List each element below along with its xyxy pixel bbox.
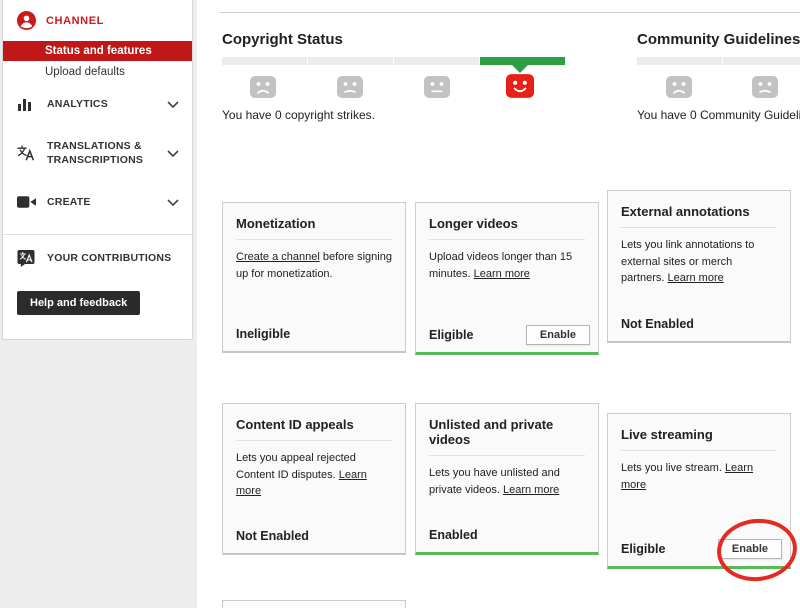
feature-card-external-annotations: External annotations Lets you link annot… bbox=[607, 190, 791, 343]
translate-icon bbox=[17, 145, 39, 161]
card-title: Monetization bbox=[223, 203, 405, 231]
feature-card-partial bbox=[222, 600, 406, 608]
sidebar-item-create[interactable]: CREATE bbox=[3, 180, 192, 224]
community-guidelines-title: Community Guidelines Status bbox=[637, 31, 800, 48]
card-divider bbox=[621, 227, 777, 228]
card-description: Create a channel before signing up for m… bbox=[223, 249, 405, 282]
strike-face-happy-icon bbox=[506, 74, 534, 98]
card-description: Lets you link annotations to external si… bbox=[608, 237, 790, 287]
strike-face-sad-icon bbox=[666, 76, 692, 98]
card-title: Longer videos bbox=[416, 203, 598, 231]
copyright-strikes-message: You have 0 copyright strikes. bbox=[222, 108, 375, 122]
sidebar-item-label: ANALYTICS bbox=[39, 97, 167, 111]
community-track-segment bbox=[637, 57, 722, 65]
sidebar-item-analytics[interactable]: ANALYTICS bbox=[3, 82, 192, 126]
copyright-track-segment bbox=[222, 57, 307, 65]
sidebar-item-translations[interactable]: TRANSLATIONS & TRANSCRIPTIONS bbox=[3, 126, 192, 180]
feature-card-live-streaming: Live streaming Lets you live stream. Lea… bbox=[607, 413, 791, 569]
card-status: Ineligible bbox=[236, 327, 290, 341]
sidebar-channel-header[interactable]: CHANNEL bbox=[3, 0, 192, 41]
creator-studio-page: CHANNEL Status and features Upload defau… bbox=[0, 0, 800, 608]
card-description-text: Lets you live stream. bbox=[621, 462, 725, 474]
feature-card-longer-videos: Longer videos Upload videos longer than … bbox=[415, 202, 599, 355]
copyright-track-segment-active bbox=[480, 57, 565, 65]
card-title: External annotations bbox=[608, 191, 790, 219]
card-divider bbox=[621, 450, 777, 451]
learn-more-link[interactable]: Learn more bbox=[667, 272, 723, 284]
strike-face-sad-icon bbox=[250, 76, 276, 98]
channel-avatar-icon bbox=[17, 11, 36, 30]
create-a-channel-link[interactable]: Create a channel bbox=[236, 251, 320, 263]
card-status: Enabled bbox=[429, 528, 478, 542]
sidebar-item-label: TRANSLATIONS & TRANSCRIPTIONS bbox=[39, 139, 167, 167]
enable-button[interactable]: Enable bbox=[526, 325, 590, 345]
help-and-feedback-button[interactable]: Help and feedback bbox=[17, 291, 140, 315]
strike-face-unhappy-icon bbox=[752, 76, 778, 98]
card-divider bbox=[236, 440, 392, 441]
card-description: Lets you appeal rejected Content ID disp… bbox=[223, 450, 405, 500]
sidebar-item-your-contributions[interactable]: YOUR CONTRIBUTIONS bbox=[3, 235, 192, 277]
learn-more-link[interactable]: Learn more bbox=[503, 484, 559, 496]
card-title: Unlisted and private videos bbox=[416, 404, 598, 447]
card-status: Not Enabled bbox=[621, 317, 694, 331]
sidebar-card: CHANNEL Status and features Upload defau… bbox=[2, 0, 193, 340]
card-divider bbox=[236, 239, 392, 240]
bar-chart-icon bbox=[17, 96, 39, 112]
sidebar-item-label: YOUR CONTRIBUTIONS bbox=[39, 251, 179, 265]
card-description: Lets you live stream. Learn more bbox=[608, 460, 790, 493]
chevron-down-icon bbox=[167, 144, 179, 162]
copyright-status-title: Copyright Status bbox=[222, 31, 343, 48]
chevron-down-icon bbox=[167, 95, 179, 113]
strike-face-unhappy-icon bbox=[337, 76, 363, 98]
feature-card-monetization: Monetization Create a channel before sig… bbox=[222, 202, 406, 353]
strike-face-neutral-icon bbox=[424, 76, 450, 98]
community-track-segment bbox=[723, 57, 800, 65]
sidebar-item-label: CREATE bbox=[39, 195, 167, 209]
card-status: Eligible bbox=[621, 542, 665, 556]
channel-label: CHANNEL bbox=[46, 15, 104, 27]
feature-card-unlisted-private-videos: Unlisted and private videos Lets you hav… bbox=[415, 403, 599, 555]
copyright-track-pointer-icon bbox=[512, 65, 528, 73]
top-divider bbox=[220, 12, 800, 13]
sidebar-item-upload-defaults[interactable]: Upload defaults bbox=[3, 61, 192, 82]
enable-live-streaming-button[interactable]: Enable bbox=[718, 539, 782, 559]
card-divider bbox=[429, 455, 585, 456]
learn-more-link[interactable]: Learn more bbox=[474, 268, 530, 280]
feature-card-content-id-appeals: Content ID appeals Lets you appeal rejec… bbox=[222, 403, 406, 555]
chevron-down-icon bbox=[167, 193, 179, 211]
card-title: Live streaming bbox=[608, 414, 790, 442]
sidebar: CHANNEL Status and features Upload defau… bbox=[0, 0, 197, 608]
contributions-translate-bubble-icon bbox=[17, 249, 39, 267]
copyright-track-segment bbox=[394, 57, 479, 65]
video-camera-icon bbox=[17, 195, 39, 209]
card-description: Upload videos longer than 15 minutes. Le… bbox=[416, 249, 598, 282]
sidebar-item-status-and-features[interactable]: Status and features bbox=[3, 41, 192, 61]
card-status: Not Enabled bbox=[236, 529, 309, 543]
card-divider bbox=[429, 239, 585, 240]
card-title: Content ID appeals bbox=[223, 404, 405, 432]
card-status: Eligible bbox=[429, 328, 473, 342]
community-strikes-message: You have 0 Community Guidelines strikes. bbox=[637, 108, 800, 122]
copyright-track-segment bbox=[308, 57, 393, 65]
card-description: Lets you have unlisted and private video… bbox=[416, 465, 598, 498]
